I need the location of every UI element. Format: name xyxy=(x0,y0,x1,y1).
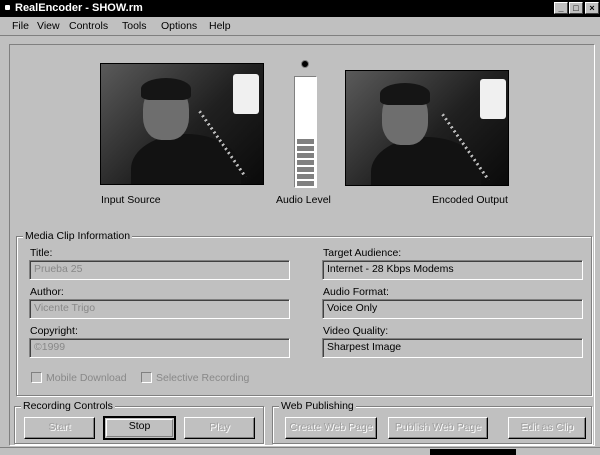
stop-button-label: Stop xyxy=(128,420,151,432)
menu-view[interactable]: View xyxy=(37,20,60,33)
play-button[interactable]: Play xyxy=(184,417,255,439)
level-segment xyxy=(297,160,314,165)
menu-controls[interactable]: Controls xyxy=(69,20,108,33)
background-light xyxy=(233,74,259,114)
window-title: RealEncoder - SHOW.rm xyxy=(15,2,143,14)
copyright-field[interactable]: ©1999 xyxy=(29,338,290,358)
audio-format-select[interactable]: Voice Only xyxy=(322,299,583,319)
mobile-download-checkbox[interactable]: Mobile Download xyxy=(31,372,127,385)
copyright-label: Copyright: xyxy=(30,325,78,337)
app-icon[interactable] xyxy=(5,5,10,10)
level-segment xyxy=(297,146,314,151)
realencoder-window: RealEncoder - SHOW.rm _ □ × File View Co… xyxy=(0,0,600,455)
title-field[interactable]: Prueba 25 xyxy=(29,260,290,280)
background-light xyxy=(480,79,506,119)
level-segment xyxy=(297,139,314,144)
stop-button[interactable]: Stop xyxy=(103,416,176,440)
checkbox-box[interactable] xyxy=(141,372,152,383)
encoded-output-label: Encoded Output xyxy=(432,194,508,206)
recording-controls-group-title: Recording Controls xyxy=(21,400,115,413)
menu-bar: File View Controls Tools Options Help xyxy=(0,17,600,36)
person-hair xyxy=(141,78,191,100)
minimize-button[interactable]: _ xyxy=(554,2,568,14)
level-segment xyxy=(297,174,314,179)
target-audience-label: Target Audience: xyxy=(323,247,402,259)
mobile-download-label: Mobile Download xyxy=(46,372,127,384)
audio-level-label: Audio Level xyxy=(276,194,331,206)
input-source-label: Input Source xyxy=(101,194,161,206)
checkbox-box[interactable] xyxy=(31,372,42,383)
target-audience-select[interactable]: Internet - 28 Kbps Modems xyxy=(322,260,583,280)
encoded-output-video xyxy=(345,70,509,186)
video-quality-select[interactable]: Sharpest Image xyxy=(322,338,583,358)
create-web-page-button[interactable]: Create Web Page xyxy=(285,417,377,439)
maximize-button[interactable]: □ xyxy=(569,2,583,14)
author-label: Author: xyxy=(30,286,64,298)
menu-file[interactable]: File xyxy=(12,20,29,33)
status-indicator xyxy=(430,449,516,455)
selective-recording-label: Selective Recording xyxy=(156,372,250,384)
input-source-video xyxy=(100,63,264,185)
start-button[interactable]: Start xyxy=(24,417,95,439)
author-field[interactable]: Vicente Trigo xyxy=(29,299,290,319)
level-knob-icon[interactable] xyxy=(301,60,309,68)
title-bar[interactable]: RealEncoder - SHOW.rm _ □ × xyxy=(0,0,600,17)
menu-help[interactable]: Help xyxy=(209,20,231,33)
menu-options[interactable]: Options xyxy=(161,20,197,33)
audio-level-meter xyxy=(294,76,317,188)
media-clip-group-title: Media Clip Information xyxy=(23,230,133,243)
audio-format-label: Audio Format: xyxy=(323,286,389,298)
selective-recording-checkbox[interactable]: Selective Recording xyxy=(141,372,249,385)
level-segment xyxy=(297,153,314,158)
web-publishing-group-title: Web Publishing xyxy=(279,400,356,413)
level-segment xyxy=(297,167,314,172)
publish-web-page-button[interactable]: Publish Web Page xyxy=(388,417,488,439)
video-quality-label: Video Quality: xyxy=(323,325,389,337)
close-button[interactable]: × xyxy=(585,2,599,14)
title-label: Title: xyxy=(30,247,53,259)
edit-as-clip-button[interactable]: Edit as Clip xyxy=(508,417,586,439)
person-hair xyxy=(380,83,430,105)
menu-tools[interactable]: Tools xyxy=(122,20,147,33)
level-segment xyxy=(297,181,314,186)
